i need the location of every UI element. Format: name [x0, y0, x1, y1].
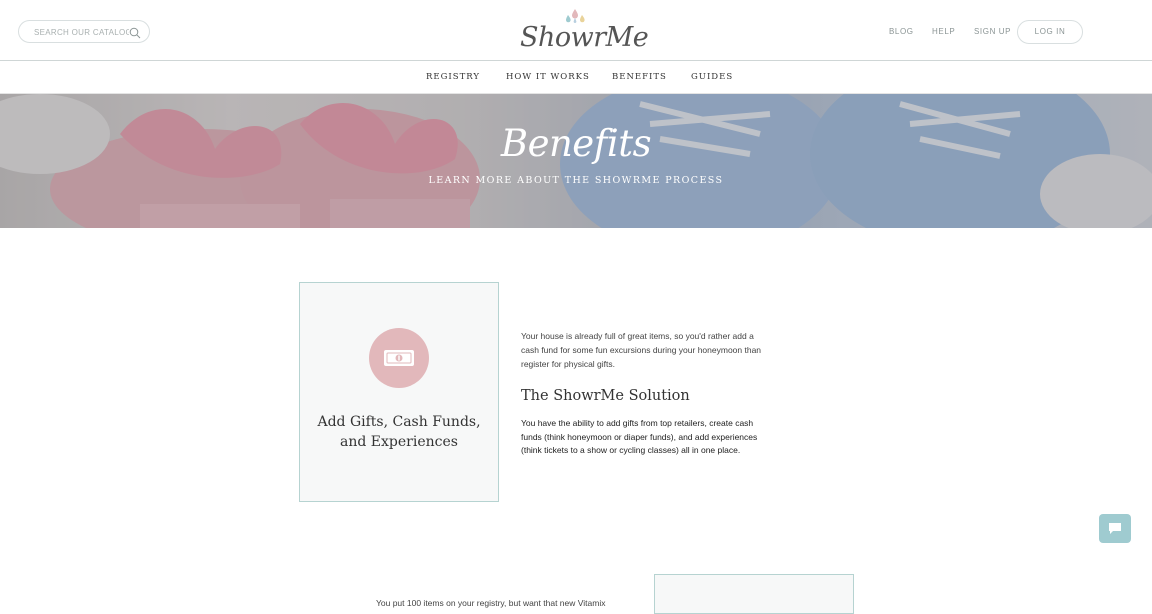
chat-button[interactable]: [1099, 514, 1131, 543]
solution-text: You have the ability to add gifts from t…: [521, 418, 758, 455]
top-header: ShowrMe BLOG HELP SIGN UP LOG IN: [0, 0, 1152, 61]
next-feature-card: [654, 574, 854, 614]
help-link[interactable]: HELP: [932, 27, 955, 36]
feature-icon-circle: [369, 328, 429, 388]
hero-title: Benefits: [500, 122, 652, 165]
feature-title-line1: Add Gifts, Cash Funds,: [317, 414, 481, 430]
nav-registry[interactable]: REGISTRY: [426, 72, 480, 82]
feature-card: Add Gifts, Cash Funds, and Experiences: [299, 282, 499, 502]
main-nav: REGISTRY HOW IT WORKS BENEFITS GUIDES: [0, 61, 1152, 94]
hero-banner: Benefits LEARN MORE ABOUT THE SHOWRME PR…: [0, 94, 1152, 228]
feature-title: Add Gifts, Cash Funds, and Experiences: [310, 412, 488, 452]
signup-link[interactable]: SIGN UP: [974, 27, 1011, 36]
chat-bubble-icon: [1109, 523, 1121, 534]
login-button[interactable]: LOG IN: [1017, 20, 1083, 44]
money-icon: [384, 350, 414, 366]
nav-benefits[interactable]: BENEFITS: [612, 72, 667, 82]
search-box[interactable]: [18, 20, 150, 43]
nav-how-it-works[interactable]: HOW IT WORKS: [506, 72, 590, 82]
solution-heading: The ShowrMe Solution: [521, 388, 690, 404]
search-input[interactable]: [34, 25, 129, 39]
search-icon[interactable]: [129, 26, 141, 39]
hero-subtitle: LEARN MORE ABOUT THE SHOWRME PROCESS: [428, 175, 724, 186]
site-logo[interactable]: ShowrMe: [520, 9, 649, 57]
blog-link[interactable]: BLOG: [889, 27, 914, 36]
nav-guides[interactable]: GUIDES: [691, 72, 733, 82]
logo-text: ShowrMe: [520, 22, 649, 53]
feature-description: Your house is already full of great item…: [521, 331, 762, 369]
next-feature-description: You put 100 items on your registry, but …: [376, 598, 606, 608]
feature-title-line2: and Experiences: [340, 434, 458, 450]
